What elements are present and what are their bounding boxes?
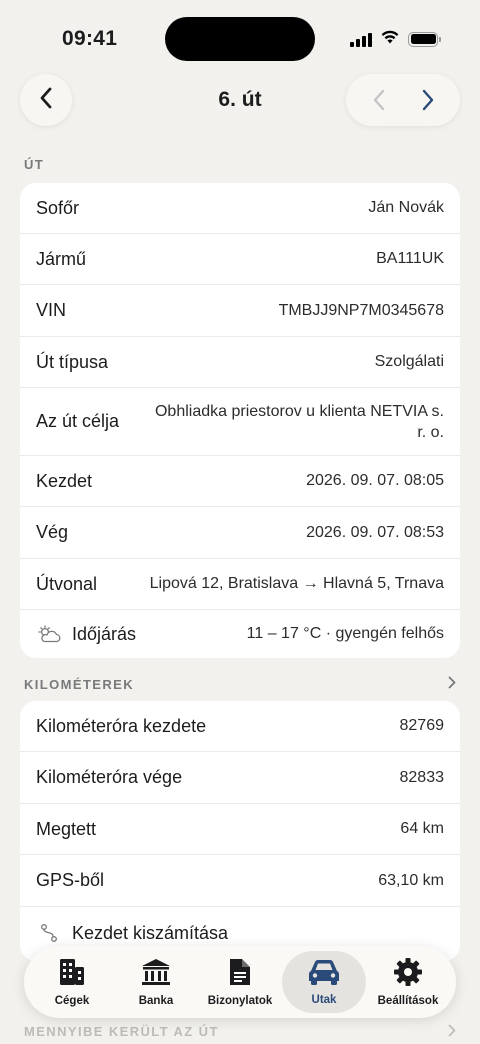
trip-row-purpose: Az út célja Obhliadka priestorov u klien… (20, 388, 460, 456)
row-label: Megtett (36, 818, 97, 839)
calculate-start-label: Kezdet kiszámítása (72, 922, 229, 943)
tab-label: Utak (311, 994, 337, 1006)
trip-row-end: Vég 2026. 09. 07. 08:53 (20, 507, 460, 559)
status-time: 09:41 (62, 27, 118, 50)
document-icon (227, 957, 253, 992)
tab-label: Beállítások (377, 995, 439, 1007)
row-label: GPS-ből (36, 870, 105, 890)
row-value: 2026. 09. 07. 08:05 (306, 472, 444, 489)
chevron-right-icon (448, 1024, 456, 1040)
tab-documents[interactable]: Bizonylatok (198, 951, 282, 1013)
trip-pager (346, 74, 460, 126)
tab-label: Banka (138, 995, 174, 1007)
row-label: Kezdet kiszámítása (36, 923, 228, 944)
trip-row-vehicle: Jármű BA111UK (20, 234, 460, 285)
cellular-signal-icon (350, 31, 372, 47)
row-value: 63,10 km (378, 871, 444, 889)
trip-section-header: ÚT (24, 157, 456, 172)
row-label: Kilométeróra kezdete (36, 715, 207, 736)
trip-row-type: Út típusa Szolgálati (20, 337, 460, 388)
weather-label: Időjárás (72, 623, 137, 644)
tab-label: Cégek (54, 995, 90, 1007)
tab-label: Bizonylatok (207, 995, 273, 1007)
row-value: Obhliadka priestorov u klienta NETVIA s.… (154, 402, 444, 441)
tab-bar: Cégek Banka Bizonylatok Utak Beállítások (24, 946, 456, 1018)
row-value: Ján Novák (368, 199, 444, 216)
status-bar: 09:41 (0, 0, 480, 78)
tab-companies[interactable]: Cégek (30, 951, 114, 1013)
dynamic-island (165, 17, 315, 61)
km-row-gps: GPS-ből 63,10 km (20, 855, 460, 907)
row-label: Sofőr (36, 197, 80, 218)
km-section-header[interactable]: KILOMÉTEREK (24, 676, 456, 692)
gear-icon (393, 957, 423, 992)
trip-section-title: ÚT (24, 157, 45, 172)
trip-row-weather: Időjárás 11 – 17 °C · gyengén felhős (20, 610, 460, 658)
route-icon (36, 923, 62, 943)
building-icon (58, 957, 86, 992)
trip-row-driver: Sofőr Ján Novák (20, 183, 460, 234)
row-label: Út típusa (36, 351, 109, 372)
battery-icon (408, 31, 441, 47)
wifi-icon (380, 29, 400, 49)
tab-settings[interactable]: Beállítások (366, 951, 450, 1013)
bank-icon (140, 957, 172, 992)
row-label: Kezdet (36, 470, 93, 491)
trip-details-card: Sofőr Ján Novák Jármű BA111UK VIN TMBJJ9… (20, 183, 460, 658)
partly-cloudy-icon (36, 625, 62, 643)
status-icons (350, 29, 441, 49)
trip-row-route: Útvonal Lipová 12, Bratislava → Hlavná 5… (20, 559, 460, 610)
row-value: 64 km (400, 820, 444, 837)
row-label: Jármű (36, 248, 87, 269)
tab-trips[interactable]: Utak (282, 951, 366, 1013)
row-label: Kilométeróra vége (36, 767, 183, 787)
km-row-distance: Megtett 64 km (20, 804, 460, 855)
chevron-right-icon (448, 676, 456, 692)
row-value: Szolgálati (374, 353, 444, 370)
row-label: Időjárás (36, 624, 136, 645)
cost-section-title: MENNYIBE KERÜLT AZ ÚT (24, 1024, 219, 1039)
trip-row-start: Kezdet 2026. 09. 07. 08:05 (20, 456, 460, 507)
next-trip-button[interactable] (408, 80, 448, 120)
row-value: 11 – 17 °C · gyengén felhős (246, 625, 444, 642)
km-row-odometer-end: Kilométeróra vége 82833 (20, 752, 460, 804)
row-value: Lipová 12, Bratislava → Hlavná 5, Trnava (149, 575, 444, 592)
trip-row-vin: VIN TMBJJ9NP7M0345678 (20, 285, 460, 337)
cost-section-header[interactable]: MENNYIBE KERÜLT AZ ÚT (24, 1024, 456, 1040)
km-section-title: KILOMÉTEREK (24, 676, 135, 692)
previous-trip-button[interactable] (359, 80, 399, 120)
row-label: Útvonal (36, 573, 98, 594)
row-value: BA111UK (376, 250, 444, 267)
row-label: VIN (36, 300, 67, 320)
row-label: Az út célja (36, 411, 120, 431)
row-value: TMBJJ9NP7M0345678 (278, 301, 444, 319)
tab-bank[interactable]: Banka (114, 951, 198, 1013)
row-value: 82769 (399, 717, 445, 734)
row-value: 82833 (399, 768, 445, 786)
row-label: Vég (36, 522, 69, 542)
row-value: 2026. 09. 07. 08:53 (306, 523, 444, 541)
km-card: Kilométeróra kezdete 82769 Kilométeróra … (20, 701, 460, 961)
km-row-odometer-start: Kilométeróra kezdete 82769 (20, 701, 460, 752)
car-icon (307, 958, 341, 991)
